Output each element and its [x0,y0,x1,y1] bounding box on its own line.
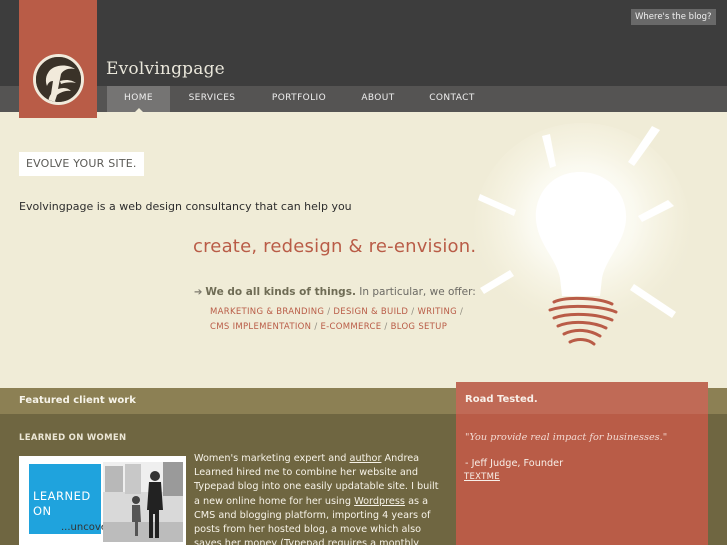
service-design-link[interactable]: DESIGN & BUILD [333,307,408,317]
thumbnail-text-learned: LEARNED [33,489,91,503]
services-list: MARKETING & BRANDING / DESIGN & BUILD / … [210,305,470,335]
testimonial-company-link[interactable]: TEXTME [464,472,500,482]
tagline: create, redesign & re-envision. [193,236,477,257]
lightbulb-illustration [474,123,690,346]
client-title: LEARNED ON WOMEN [19,433,127,443]
testimonial-quote: "You provide real impact for businesses.… [465,432,668,443]
nav-contact[interactable]: CONTACT [422,86,482,112]
testimonial-author: - Jeff Judge, Founder [465,458,564,469]
client-description: Women's marketing expert and author Andr… [194,452,446,545]
nav-services[interactable]: SERVICES [180,86,244,112]
service-cms-link[interactable]: CMS IMPLEMENTATION [210,322,311,332]
site-name: Evolvingpage [106,59,225,79]
client-thumbnail[interactable]: LEARNED ON ...uncovering [19,456,186,545]
author-link[interactable]: author [350,453,382,464]
testimonial-box: Road Tested. "You provide real impact fo… [456,382,708,545]
offer-bold: We do all kinds of things. [205,286,356,298]
thumbnail-photo [103,462,183,542]
nav-about[interactable]: ABOUT [352,86,404,112]
offer-rest: In particular, we offer: [355,286,476,298]
wordpress-link[interactable]: Wordpress [354,496,405,507]
service-writing-link[interactable]: WRITING [417,307,457,317]
service-ecommerce-link[interactable]: E-COMMERCE [321,322,382,332]
nav-home-label: HOME [124,93,153,103]
service-separator: / [381,322,391,332]
logo-icon [33,54,84,105]
blog-link[interactable]: Where's the blog? [631,9,716,25]
evolve-heading: EVOLVE YOUR SITE. [19,152,144,176]
logo[interactable] [19,0,97,118]
desc-text-1: Women's marketing expert and [194,453,350,464]
service-blog-link[interactable]: BLOG SETUP [391,322,448,332]
service-separator: / [311,322,321,332]
nav-home[interactable]: HOME [107,86,170,112]
testimonial-title: Road Tested. [465,394,538,405]
service-separator: / [457,307,464,317]
nav-portfolio[interactable]: PORTFOLIO [263,86,335,112]
offer-line: ➔ We do all kinds of things. In particula… [194,286,476,298]
thumbnail-text-on: ON [33,504,52,518]
active-caret-icon [134,108,143,112]
arrow-icon: ➔ [194,287,203,298]
intro-text: Evolvingpage is a web design consultancy… [19,200,352,213]
service-marketing-link[interactable]: MARKETING & BRANDING [210,307,324,317]
featured-title: Featured client work [19,395,136,406]
